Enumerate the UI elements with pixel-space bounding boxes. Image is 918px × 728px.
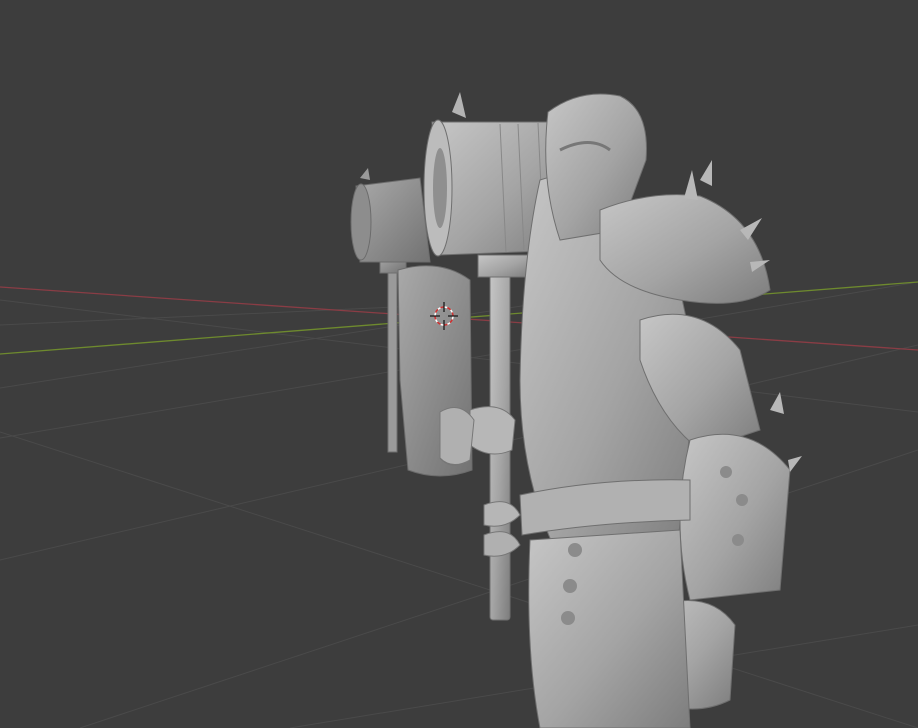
viewport-canvas[interactable] (0, 0, 918, 728)
3d-viewport[interactable] (0, 0, 918, 728)
armored-warrior-front[interactable] (423, 92, 802, 728)
forearm-bracer (679, 433, 791, 601)
legs (528, 529, 691, 728)
